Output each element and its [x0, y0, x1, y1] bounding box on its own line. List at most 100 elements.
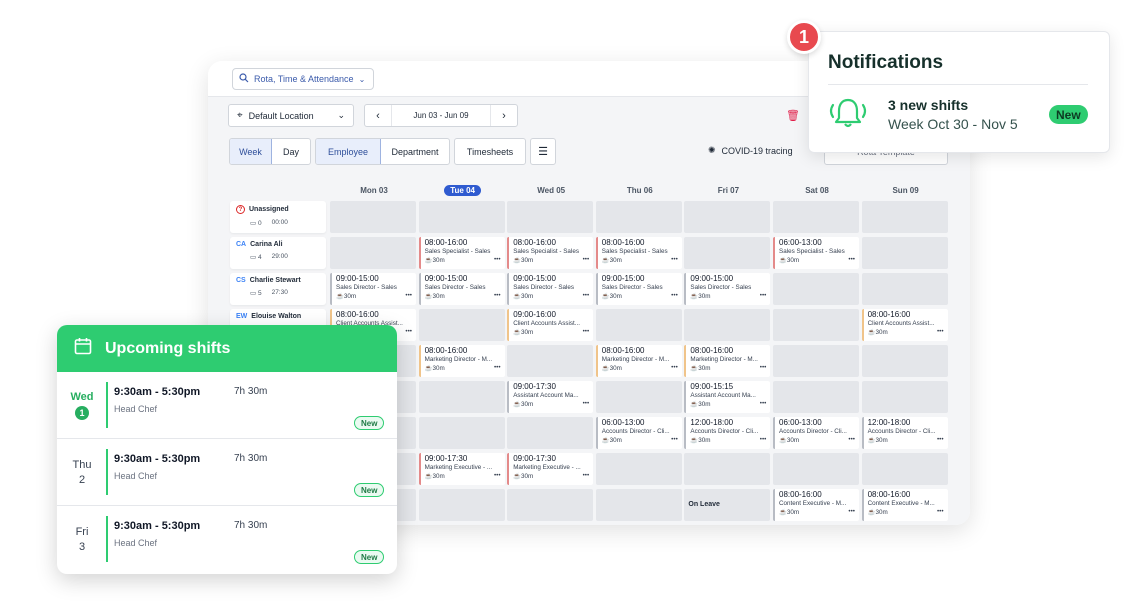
- shift-card[interactable]: 09:00-17:30 Marketing Executive - ... ☕30m…: [418, 453, 505, 485]
- shift-more-button[interactable]: •••: [671, 364, 678, 372]
- date-range-label[interactable]: Jun 03 - Jun 09: [391, 105, 491, 126]
- shift-card[interactable]: 09:00-17:30 Assistant Account Ma... ☕30m ••…: [507, 381, 594, 413]
- schedule-cell[interactable]: [330, 201, 416, 233]
- schedule-cell[interactable]: [507, 345, 594, 377]
- group-employee-button[interactable]: Employee: [316, 139, 382, 164]
- schedule-cell[interactable]: [861, 273, 948, 305]
- shift-more-button[interactable]: •••: [671, 292, 678, 300]
- shift-card[interactable]: 09:00-15:15 Assistant Account Ma... ☕30m ••…: [684, 381, 771, 413]
- shift-more-button[interactable]: •••: [583, 292, 590, 300]
- schedule-cell[interactable]: [595, 309, 682, 341]
- shift-card[interactable]: 12:00-18:00 Accounts Director - Cli... ☕30…: [684, 417, 771, 449]
- schedule-cell[interactable]: [773, 273, 859, 305]
- group-department-button[interactable]: Department: [381, 139, 449, 164]
- schedule-cell[interactable]: [418, 489, 505, 521]
- schedule-cell[interactable]: [684, 201, 771, 233]
- product-switcher[interactable]: Rota, Time & Attendance ⌄: [232, 68, 375, 90]
- shift-more-button[interactable]: •••: [848, 256, 855, 264]
- shift-card[interactable]: 09:00-15:00 Sales Director - Sales ☕30m •••: [507, 273, 594, 305]
- schedule-cell[interactable]: [330, 237, 416, 269]
- employee-row-header[interactable]: CS Charlie Stewart ▭ 5 27:30: [230, 273, 326, 305]
- shift-card[interactable]: 06:00-13:00 Accounts Director - Cli... ☕30…: [773, 417, 859, 449]
- shift-more-button[interactable]: •••: [760, 436, 767, 444]
- schedule-cell[interactable]: [861, 237, 948, 269]
- schedule-cell[interactable]: [418, 309, 505, 341]
- shift-card[interactable]: 08:00-16:00 Marketing Director - M... ☕30m…: [684, 345, 771, 377]
- prev-week-button[interactable]: ‹: [365, 105, 391, 126]
- shift-more-button[interactable]: •••: [937, 508, 944, 516]
- shift-card[interactable]: 09:00-16:00 Client Accounts Assist... ☕30m…: [507, 309, 594, 341]
- shift-more-button[interactable]: •••: [494, 472, 501, 480]
- schedule-cell[interactable]: [418, 417, 505, 449]
- filter-icon[interactable]: ☰: [530, 138, 556, 165]
- shift-card[interactable]: 12:00-18:00 Accounts Director - Cli... ☕30…: [861, 417, 948, 449]
- schedule-cell[interactable]: [418, 381, 505, 413]
- schedule-cell[interactable]: [861, 345, 948, 377]
- schedule-cell[interactable]: [507, 489, 594, 521]
- view-day-button[interactable]: Day: [272, 139, 310, 164]
- shift-card[interactable]: 09:00-15:00 Sales Director - Sales ☕30m •••: [330, 273, 416, 305]
- shift-card[interactable]: 08:00-16:00 Sales Specialist - Sales ☕30m •…: [507, 237, 594, 269]
- schedule-cell[interactable]: [684, 237, 771, 269]
- shift-more-button[interactable]: •••: [760, 364, 767, 372]
- schedule-cell[interactable]: [773, 201, 859, 233]
- schedule-cell[interactable]: [684, 453, 771, 485]
- upcoming-shift-row[interactable]: Thu 2 9:30am - 5:30pm 7h 30m Head Chef New: [57, 439, 397, 506]
- shift-more-button[interactable]: •••: [848, 508, 855, 516]
- shift-more-button[interactable]: •••: [671, 256, 678, 264]
- next-week-button[interactable]: ›: [491, 105, 517, 126]
- shift-more-button[interactable]: •••: [760, 292, 767, 300]
- upcoming-shift-row[interactable]: Wed 1 9:30am - 5:30pm 7h 30m Head Chef New: [57, 372, 397, 439]
- schedule-cell[interactable]: [595, 381, 682, 413]
- employee-row-header[interactable]: ? Unassigned ▭ 0 00:00: [230, 201, 326, 233]
- shift-card[interactable]: 08:00-16:00 Content Executive - M... ☕30m •…: [773, 489, 859, 521]
- delete-icon[interactable]: 🗑: [786, 109, 800, 122]
- schedule-cell[interactable]: [861, 201, 948, 233]
- shift-card[interactable]: 09:00-15:00 Sales Director - Sales ☕30m •••: [684, 273, 771, 305]
- schedule-cell[interactable]: [861, 381, 948, 413]
- covid-tracing-button[interactable]: ✺ COVID-19 tracing: [708, 145, 793, 156]
- shift-more-button[interactable]: •••: [494, 256, 501, 264]
- shift-more-button[interactable]: •••: [405, 328, 412, 336]
- shift-more-button[interactable]: •••: [583, 328, 590, 336]
- shift-card[interactable]: 09:00-15:00 Sales Director - Sales ☕30m •••: [595, 273, 682, 305]
- shift-card[interactable]: 08:00-16:00 Marketing Director - M... ☕30m…: [418, 345, 505, 377]
- shift-card[interactable]: 08:00-16:00Client Accounts Assist... ☕30m…: [861, 309, 948, 341]
- shift-card[interactable]: 08:00-16:00 Marketing Director - M... ☕30m…: [595, 345, 682, 377]
- schedule-cell[interactable]: [773, 345, 859, 377]
- upcoming-shift-row[interactable]: Fri 3 9:30am - 5:30pm 7h 30m Head Chef New: [57, 506, 397, 573]
- shift-more-button[interactable]: •••: [583, 400, 590, 408]
- schedule-cell[interactable]: [684, 309, 771, 341]
- shift-more-button[interactable]: •••: [760, 400, 767, 408]
- shift-card[interactable]: 06:00-13:00 Sales Specialist - Sales ☕30m •…: [773, 237, 859, 269]
- schedule-cell[interactable]: [861, 453, 948, 485]
- shift-card[interactable]: 08:00-16:00 Sales Specialist - Sales ☕30m •…: [418, 237, 505, 269]
- schedule-cell[interactable]: [595, 489, 682, 521]
- schedule-cell[interactable]: [773, 309, 859, 341]
- schedule-cell[interactable]: [507, 417, 594, 449]
- shift-card[interactable]: 08:00-16:00 Content Executive - M... ☕30m •…: [861, 489, 948, 521]
- shift-more-button[interactable]: •••: [671, 436, 678, 444]
- location-select[interactable]: ⌖ Default Location ⌄: [228, 104, 354, 127]
- view-week-button[interactable]: Week: [230, 139, 272, 164]
- shift-more-button[interactable]: •••: [583, 256, 590, 264]
- schedule-cell[interactable]: [773, 453, 859, 485]
- employee-row-header[interactable]: CA Carina Ali ▭ 4 29:00: [230, 237, 326, 269]
- shift-more-button[interactable]: •••: [583, 472, 590, 480]
- schedule-cell[interactable]: [507, 201, 594, 233]
- shift-more-button[interactable]: •••: [937, 328, 944, 336]
- schedule-cell[interactable]: [773, 381, 859, 413]
- timesheets-button[interactable]: Timesheets: [454, 138, 526, 165]
- schedule-cell[interactable]: [418, 201, 505, 233]
- shift-more-button[interactable]: •••: [848, 436, 855, 444]
- shift-more-button[interactable]: •••: [494, 292, 501, 300]
- schedule-cell[interactable]: [595, 453, 682, 485]
- schedule-cell[interactable]: [595, 201, 682, 233]
- shift-more-button[interactable]: •••: [405, 292, 412, 300]
- shift-card[interactable]: 09:00-17:30 Marketing Executive - ... ☕30m…: [507, 453, 594, 485]
- shift-card[interactable]: 09:00-15:00 Sales Director - Sales ☕30m •••: [418, 273, 505, 305]
- shift-more-button[interactable]: •••: [937, 436, 944, 444]
- shift-card[interactable]: 06:00-13:00 Accounts Director - Cli... ☕30…: [595, 417, 682, 449]
- shift-card[interactable]: 08:00-16:00 Sales Specialist - Sales ☕30m •…: [595, 237, 682, 269]
- shift-more-button[interactable]: •••: [494, 364, 501, 372]
